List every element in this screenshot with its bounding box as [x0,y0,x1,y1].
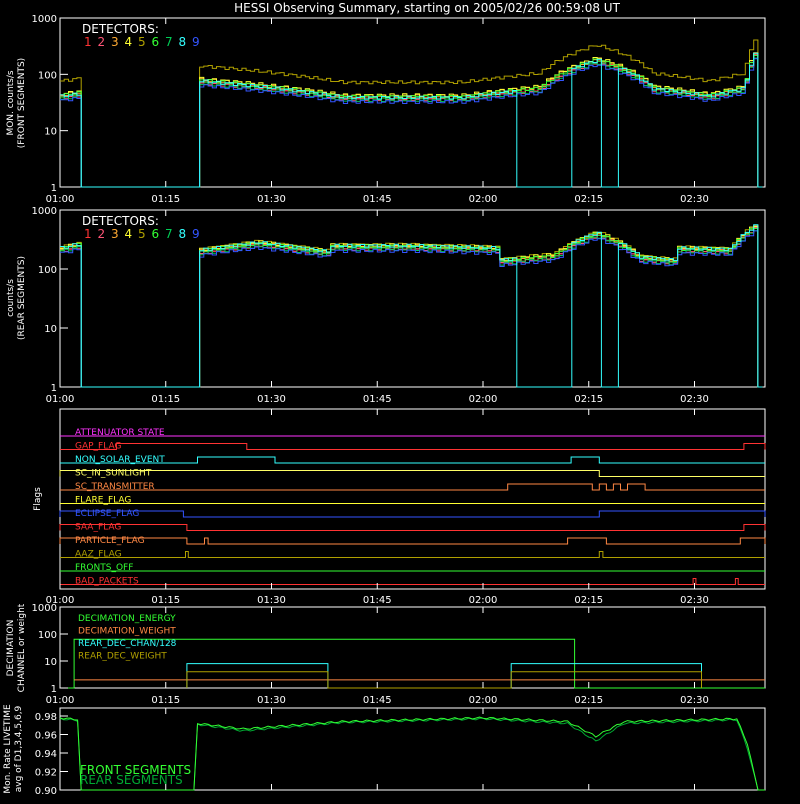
flags-xtick-label: 01:15 [151,595,180,606]
decimation-legend-item: REAR_DEC_WEIGHT [78,652,167,662]
front-legend-detector: 9 [192,35,200,49]
front-xtick-label: 02:30 [680,194,709,205]
decimation-ytick-label: 100 [38,630,57,641]
front-xtick-label: 02:15 [574,194,603,205]
livetime-ytick-label: 0.92 [35,768,57,779]
front-legend-detector: 1 [84,35,92,49]
decimation-legend-item: DECIMATION_ENERGY [78,614,176,624]
rear-xtick-label: 01:00 [46,394,75,405]
decimation-xtick-label: 01:00 [46,695,75,706]
front-legend-detector: 3 [111,35,119,49]
front-legend-detector: 5 [138,35,146,49]
flags-xtick-label: 01:30 [257,595,286,606]
flags-xtick-label: 01:45 [363,595,392,606]
decimation-xtick-label: 01:15 [151,695,180,706]
rear-legend-detector: 8 [179,227,187,241]
front-legend-detector: 2 [98,35,106,49]
livetime-ytick-label: 0.90 [35,786,57,797]
page-title: HESSI Observing Summary, starting on 200… [234,1,620,15]
rear-ylabel: (REAR SEGMENTS) [17,256,27,340]
rear-legend-detector: 7 [165,227,173,241]
front-xtick-label: 01:45 [363,194,392,205]
livetime-ylabel: Mon. Rate LIVETIME [3,704,13,794]
rear-xtick-label: 01:45 [363,394,392,405]
rear-ytick-label: 100 [38,265,57,276]
decimation-legend-item: REAR_DEC_CHAN/128 [78,639,177,649]
front-xtick-label: 02:00 [469,194,498,205]
livetime-ytick-label: 0.98 [35,712,57,723]
decimation-xtick-label: 02:15 [574,695,603,706]
front-ytick-label: 10 [44,127,57,138]
decimation-ylabel: DECIMATION [6,620,16,677]
decimation-ylabel: CHANNEL or weight [17,603,27,692]
rear-legend-detector: 9 [192,227,200,241]
front-xtick-label: 01:15 [151,194,180,205]
front-legend-title: DETECTORS: [82,22,159,36]
rear-ytick-label: 1 [51,383,57,394]
front-legend-detector: 8 [179,35,187,49]
rear-ylabel: counts/s [6,279,16,317]
front-ylabel: (FRONT SEGMENTS) [17,58,27,148]
livetime-ytick-label: 0.94 [35,749,57,760]
decimation-ytick-label: 1000 [32,603,57,614]
rear-ytick-label: 10 [44,324,57,335]
flags-xtick-label: 02:00 [469,595,498,606]
decimation-xtick-label: 01:30 [257,695,286,706]
front-xtick-label: 01:30 [257,194,286,205]
decimation-ytick-label: 10 [44,657,57,668]
decimation-ytick-label: 1 [51,684,57,695]
rear-legend-title: DETECTORS: [82,214,159,228]
flags-xtick-label: 02:15 [574,595,603,606]
rear-xtick-label: 01:30 [257,394,286,405]
rear-legend-detector: 2 [98,227,106,241]
flags-ylabel: Flags [33,487,43,511]
front-legend-detector: 6 [152,35,160,49]
livetime-ylabel: avg of D1,3,4,5,6,9 [14,705,24,792]
decimation-legend-item: DECIMATION_WEIGHT [78,627,176,637]
rear-xtick-label: 02:15 [574,394,603,405]
decimation-xtick-label: 01:45 [363,695,392,706]
rear-xtick-label: 02:30 [680,394,709,405]
livetime-ytick-label: 0.96 [35,731,57,742]
decimation-xtick-label: 02:30 [680,695,709,706]
front-ytick-label: 1000 [32,14,57,25]
rear-legend-detector: 3 [111,227,119,241]
rear-ytick-label: 1000 [32,206,57,217]
rear-xtick-label: 02:00 [469,394,498,405]
front-legend-detector: 7 [165,35,173,49]
front-xtick-label: 01:00 [46,194,75,205]
decimation-xtick-label: 02:00 [469,695,498,706]
front-legend-detector: 4 [125,35,133,49]
rear-legend-detector: 6 [152,227,160,241]
rear-legend-detector: 1 [84,227,92,241]
rear-legend-detector: 5 [138,227,146,241]
hessi-summary-plot: HESSI Observing Summary, starting on 200… [0,0,800,800]
rear-legend-detector: 4 [125,227,133,241]
front-ylabel: MON. counts/s [6,70,16,135]
flags-xtick-label: 02:30 [680,595,709,606]
front-ytick-label: 1 [51,183,57,194]
livetime-legend-item: REAR SEGMENTS [80,773,183,787]
rear-xtick-label: 01:15 [151,394,180,405]
front-ytick-label: 100 [38,70,57,81]
